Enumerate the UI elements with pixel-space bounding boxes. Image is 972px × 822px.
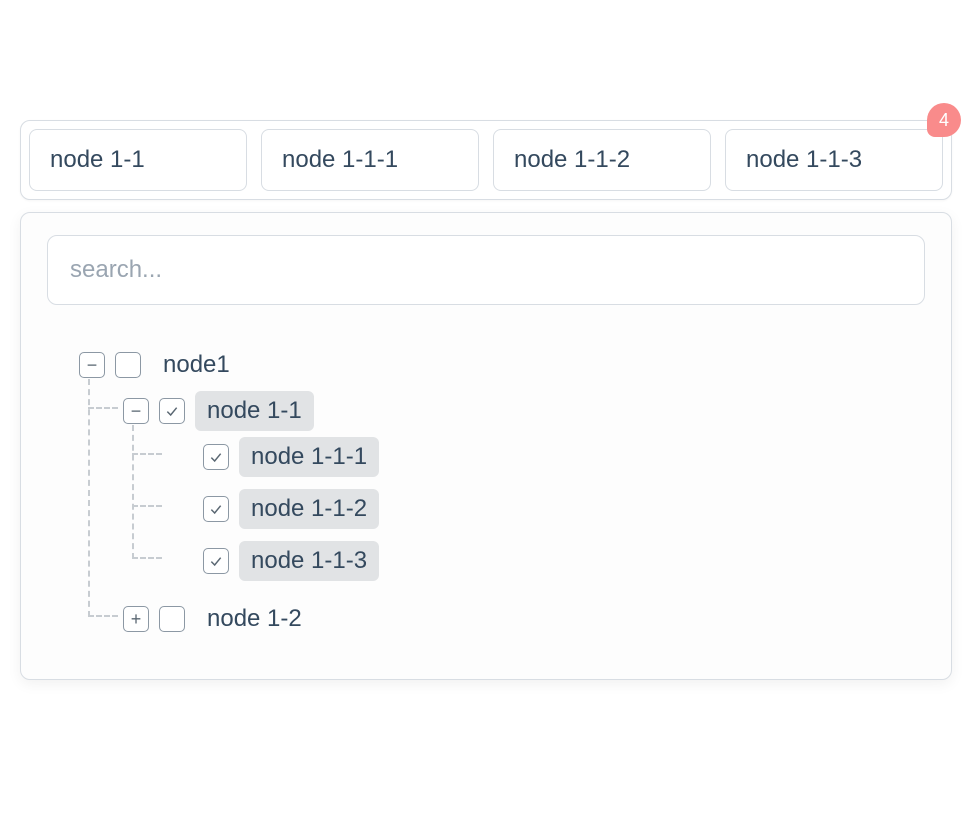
chip-node-1-1-2[interactable]: node 1-1-2: [493, 129, 711, 191]
tree-node-1: − node1 −: [79, 339, 925, 651]
tree: − node1 −: [47, 339, 925, 651]
search-input[interactable]: [47, 235, 925, 305]
chip-label: node 1-1-3: [746, 146, 862, 173]
tree-node-label[interactable]: node 1-1-3: [239, 541, 379, 581]
tree-node-1-1-2: node 1-1-2: [167, 483, 925, 535]
chip-label: node 1-1-1: [282, 146, 398, 173]
badge-count: 4: [939, 110, 949, 131]
leaf-spacer: [167, 496, 193, 522]
tree-node-1-1-1: node 1-1-1: [167, 431, 925, 483]
check-icon: [208, 449, 224, 465]
dropdown-panel: − node1 −: [20, 212, 952, 680]
chip-node-1-1[interactable]: node 1-1: [29, 129, 247, 191]
checkbox[interactable]: [203, 548, 229, 574]
leaf-spacer: [167, 444, 193, 470]
tree-node-label[interactable]: node1: [151, 345, 242, 385]
selected-chips-container: node 1-1 node 1-1-1 node 1-1-2 node 1-1-…: [20, 120, 952, 200]
check-icon: [164, 403, 180, 419]
checkbox[interactable]: [203, 496, 229, 522]
expand-toggle[interactable]: −: [123, 398, 149, 424]
checkbox[interactable]: [159, 398, 185, 424]
chip-label: node 1-1: [50, 146, 145, 173]
checkbox[interactable]: [203, 444, 229, 470]
chip-node-1-1-3[interactable]: node 1-1-3: [725, 129, 943, 191]
checkbox[interactable]: [115, 352, 141, 378]
tree-node-label[interactable]: node 1-1-2: [239, 489, 379, 529]
expand-toggle[interactable]: +: [123, 606, 149, 632]
tree-node-label[interactable]: node 1-1-1: [239, 437, 379, 477]
check-icon: [208, 501, 224, 517]
tree-node-1-1-3: node 1-1-3: [167, 535, 925, 587]
chip-label: node 1-1-2: [514, 146, 630, 173]
tree-node-1-2: + node 1-2: [123, 593, 925, 645]
tree-node-label[interactable]: node 1-2: [195, 599, 314, 639]
tree-node-label[interactable]: node 1-1: [195, 391, 314, 431]
expand-toggle[interactable]: −: [79, 352, 105, 378]
selection-count-badge: 4: [927, 103, 961, 137]
checkbox[interactable]: [159, 606, 185, 632]
check-icon: [208, 553, 224, 569]
leaf-spacer: [167, 548, 193, 574]
tree-node-1-1: − node 1-1: [123, 385, 925, 593]
chip-node-1-1-1[interactable]: node 1-1-1: [261, 129, 479, 191]
